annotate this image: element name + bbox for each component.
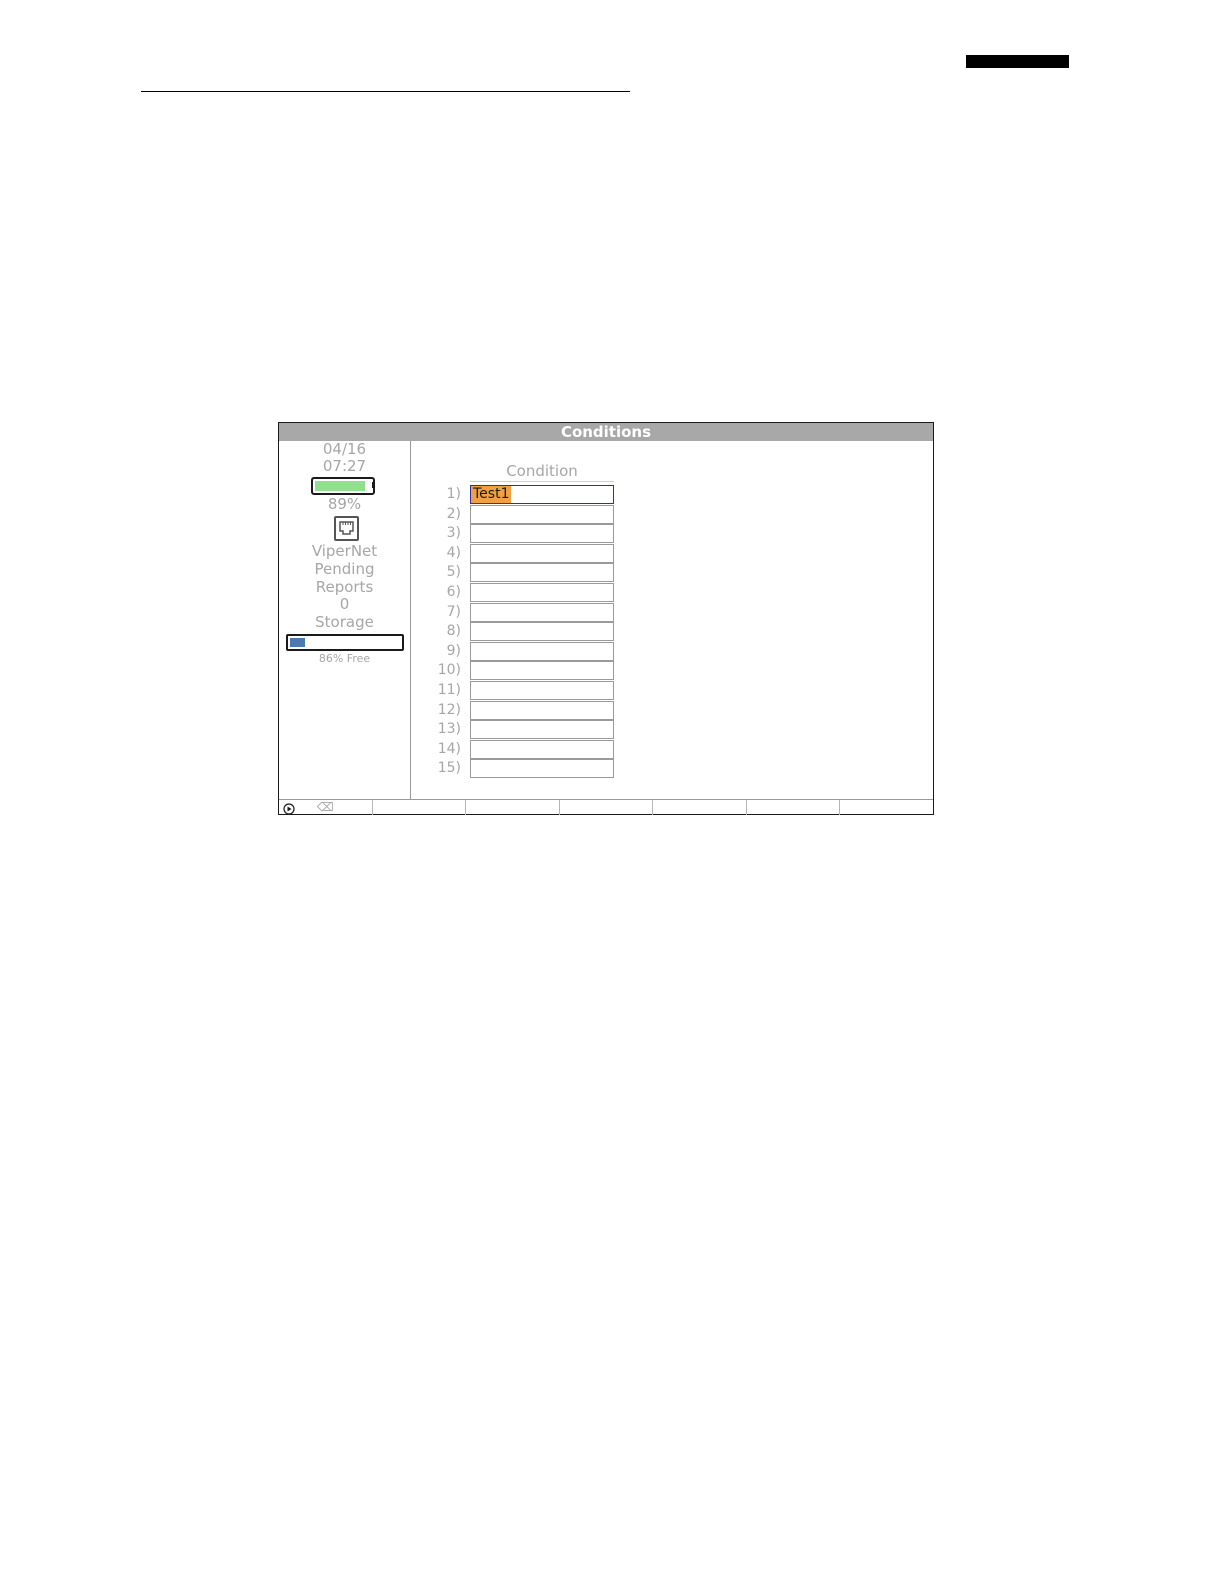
battery-tip xyxy=(372,482,375,488)
status-sidebar: 04/16 07:27 89% ViperNet Pending Reports… xyxy=(279,440,411,815)
battery-level-fill xyxy=(315,481,365,491)
condition-input-9[interactable] xyxy=(470,642,614,661)
condition-input-14[interactable] xyxy=(470,740,614,759)
condition-input-1[interactable]: Test1 xyxy=(470,485,614,504)
battery-percent: 89% xyxy=(327,495,362,513)
redaction-bar xyxy=(966,55,1069,68)
condition-input-15[interactable] xyxy=(470,759,614,778)
condition-input-12[interactable] xyxy=(470,701,614,720)
condition-input-13[interactable] xyxy=(470,720,614,739)
softkey-bar: ⌫ xyxy=(279,799,933,815)
storage-used-fill xyxy=(290,638,305,647)
window-title: Conditions xyxy=(279,423,933,441)
row-number: 3) xyxy=(446,525,461,541)
device-screen: Conditions 04/16 07:27 89% ViperNet Pend… xyxy=(278,422,934,815)
storage-free-label: 86% Free xyxy=(318,652,371,665)
condition-input-6[interactable] xyxy=(470,583,614,602)
softkey-backspace[interactable]: ⌫ xyxy=(279,800,373,815)
condition-input-11[interactable] xyxy=(470,681,614,700)
row-number: 2) xyxy=(446,506,461,522)
battery-icon xyxy=(311,477,375,495)
softkey-2[interactable] xyxy=(373,800,467,815)
backspace-icon: ⌫ xyxy=(316,800,334,814)
row-number: 4) xyxy=(446,545,461,561)
softkey-6[interactable] xyxy=(747,800,841,815)
condition-input-10[interactable] xyxy=(470,661,614,680)
date-label: 04/16 xyxy=(322,440,367,458)
softkey-3[interactable] xyxy=(466,800,560,815)
row-number: 10) xyxy=(437,662,461,678)
network-name: ViperNet xyxy=(311,542,378,560)
reports-label: Reports xyxy=(315,578,374,596)
row-number: 13) xyxy=(437,721,461,737)
condition-input-3[interactable] xyxy=(470,524,614,543)
header-rule xyxy=(141,91,630,92)
time-label: 07:27 xyxy=(322,457,367,475)
condition-input-5[interactable] xyxy=(470,563,614,582)
condition-input-2[interactable] xyxy=(470,505,614,524)
row-number: 9) xyxy=(446,643,461,659)
row-number: 15) xyxy=(437,760,461,776)
softkey-4[interactable] xyxy=(560,800,654,815)
row-number: 8) xyxy=(446,623,461,639)
row-number: 6) xyxy=(446,584,461,600)
condition-input-8[interactable] xyxy=(470,622,614,641)
row-number: 14) xyxy=(437,741,461,757)
softkey-7[interactable] xyxy=(840,800,933,815)
condition-value: Test1 xyxy=(471,486,512,503)
ethernet-port-icon xyxy=(334,516,359,541)
row-number: 5) xyxy=(446,564,461,580)
condition-column-header: Condition xyxy=(506,462,578,480)
pending-count: 0 xyxy=(339,595,350,613)
row-number: 7) xyxy=(446,604,461,620)
condition-input-7[interactable] xyxy=(470,603,614,622)
row-number: 11) xyxy=(437,682,461,698)
softkey-5[interactable] xyxy=(653,800,747,815)
storage-label: Storage xyxy=(315,613,374,631)
storage-bar xyxy=(286,634,404,651)
column-header-divider xyxy=(470,481,614,482)
pending-label: Pending xyxy=(314,560,375,578)
condition-input-4[interactable] xyxy=(470,544,614,563)
row-number: 1) xyxy=(446,486,461,502)
row-number: 12) xyxy=(437,702,461,718)
